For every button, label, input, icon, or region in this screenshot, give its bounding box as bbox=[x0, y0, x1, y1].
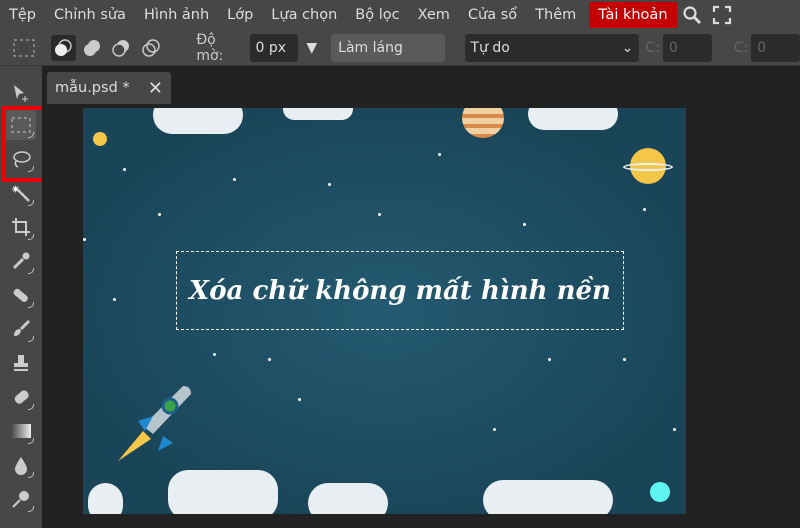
fullscreen-icon[interactable] bbox=[707, 2, 737, 28]
dodge-tool[interactable] bbox=[6, 484, 36, 514]
star bbox=[548, 358, 551, 361]
move-tool[interactable] bbox=[6, 78, 36, 108]
mode-intersect-selection[interactable] bbox=[138, 35, 163, 61]
account-button[interactable]: Tài khoản bbox=[589, 2, 677, 28]
canvas-headline: Xóa chữ không mất hình nền bbox=[189, 275, 611, 306]
star bbox=[378, 213, 381, 216]
menu-edit[interactable]: Chỉnh sửa bbox=[45, 2, 135, 28]
svg-text:✷: ✷ bbox=[11, 183, 20, 196]
menu-more[interactable]: Thêm bbox=[526, 2, 585, 28]
width-label: C: bbox=[645, 39, 660, 56]
star bbox=[83, 238, 86, 241]
blur-tool[interactable] bbox=[6, 450, 36, 480]
star bbox=[643, 208, 646, 211]
star bbox=[268, 358, 271, 361]
menu-view[interactable]: Xem bbox=[409, 2, 459, 28]
menu-window[interactable]: Cửa sổ bbox=[459, 2, 526, 28]
eraser-tool[interactable] bbox=[6, 382, 36, 412]
document-tab-title: mẫu.psd * bbox=[55, 80, 130, 96]
star bbox=[298, 398, 301, 401]
options-bar: Độ mờ: 0 px ▼ Làm láng cạnh Tự do⌄ C: 0 … bbox=[0, 30, 800, 84]
menu-image[interactable]: Hình ảnh bbox=[135, 2, 218, 28]
feather-dropdown-icon[interactable]: ▼ bbox=[306, 40, 317, 56]
star bbox=[113, 298, 116, 301]
star bbox=[673, 428, 676, 431]
clone-stamp-tool[interactable] bbox=[6, 348, 36, 378]
brush-tool[interactable] bbox=[6, 314, 36, 344]
healing-brush-tool[interactable] bbox=[6, 280, 36, 310]
style-select[interactable]: Tự do ⌄ bbox=[464, 33, 640, 62]
cloud bbox=[308, 483, 388, 514]
height-label: C: bbox=[733, 39, 749, 56]
style-value: Tự do bbox=[470, 39, 510, 56]
menu-layer[interactable]: Lớp bbox=[218, 2, 262, 28]
eyedropper-tool[interactable] bbox=[6, 246, 36, 276]
selection-marquee[interactable]: Xóa chữ không mất hình nền bbox=[176, 251, 624, 330]
star bbox=[213, 353, 216, 356]
feather-label: Độ mờ: bbox=[196, 31, 224, 64]
rocket bbox=[113, 376, 203, 461]
star bbox=[328, 183, 331, 186]
star bbox=[158, 213, 161, 216]
cloud bbox=[483, 480, 613, 514]
small-planet bbox=[93, 132, 107, 146]
mode-subtract-selection[interactable] bbox=[109, 35, 134, 61]
star bbox=[123, 168, 126, 171]
mode-add-selection[interactable] bbox=[80, 35, 105, 61]
document-canvas[interactable]: Xóa chữ không mất hình nền bbox=[83, 108, 686, 514]
crop-tool[interactable] bbox=[6, 212, 36, 242]
chevron-down-icon: ⌄ bbox=[621, 39, 634, 56]
gradient-tool[interactable] bbox=[6, 416, 36, 446]
menu-bar: Tệp Chỉnh sửa Hình ảnh Lớp Lựa chọn Bộ l… bbox=[0, 0, 800, 30]
search-icon[interactable] bbox=[677, 2, 707, 28]
planet-ring bbox=[623, 163, 673, 171]
star bbox=[523, 223, 526, 226]
refine-edge-button[interactable]: Làm láng cạnh bbox=[331, 33, 446, 84]
mode-new-selection[interactable] bbox=[50, 34, 76, 61]
workspace: mẫu.psd * ✕ Xóa chữ không mất hình nền bbox=[42, 66, 800, 528]
menu-select[interactable]: Lựa chọn bbox=[262, 2, 346, 28]
cloud bbox=[283, 108, 353, 120]
cloud bbox=[168, 470, 278, 514]
menu-filter[interactable]: Bộ lọc bbox=[346, 2, 408, 28]
marquee-icon bbox=[12, 35, 37, 61]
close-icon[interactable]: ✕ bbox=[148, 78, 163, 99]
cloud bbox=[153, 108, 243, 134]
small-planet bbox=[650, 482, 670, 502]
document-tab[interactable]: mẫu.psd * ✕ bbox=[47, 72, 171, 104]
star bbox=[623, 358, 626, 361]
magic-wand-tool[interactable]: ✷ bbox=[6, 178, 36, 208]
feather-input[interactable]: 0 px bbox=[249, 33, 299, 62]
width-input[interactable]: 0 bbox=[662, 33, 712, 62]
cloud bbox=[528, 108, 618, 130]
cloud bbox=[88, 483, 123, 514]
star bbox=[233, 178, 236, 181]
menu-file[interactable]: Tệp bbox=[0, 2, 45, 28]
star bbox=[493, 428, 496, 431]
star bbox=[438, 153, 441, 156]
height-input[interactable]: 0 bbox=[751, 33, 800, 62]
planet bbox=[462, 108, 504, 138]
